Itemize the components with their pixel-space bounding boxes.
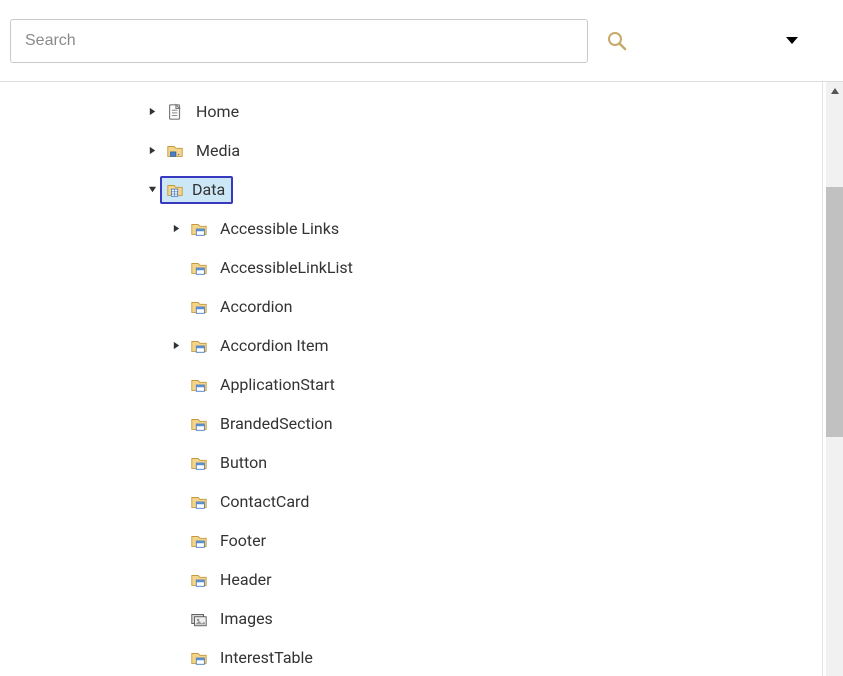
tree-node-contactcard[interactable]: ContactCard xyxy=(20,482,822,521)
tree-node-home[interactable]: Home xyxy=(20,92,822,131)
search-input[interactable] xyxy=(10,19,588,63)
tree-node-images[interactable]: Images xyxy=(20,599,822,638)
header-bar xyxy=(0,0,843,82)
expander-icon[interactable] xyxy=(168,338,184,354)
folder-icon xyxy=(188,258,210,278)
tree-node-accordion-item[interactable]: Accordion Item xyxy=(20,326,822,365)
tree-node-label: ContactCard xyxy=(216,491,313,512)
tree-node-label: Button xyxy=(216,452,271,473)
folder-icon xyxy=(188,375,210,395)
tree-node-label: ApplicationStart xyxy=(216,374,339,395)
tree-node-brandedsection[interactable]: BrandedSection xyxy=(20,404,822,443)
scrollbar-up-icon[interactable] xyxy=(826,82,843,99)
expander-icon[interactable] xyxy=(144,182,160,198)
folder-icon xyxy=(188,414,210,434)
tree-node-applicationstart[interactable]: ApplicationStart xyxy=(20,365,822,404)
data-icon xyxy=(164,180,186,200)
folder-icon xyxy=(188,297,210,317)
folder-icon xyxy=(188,531,210,551)
tree-node-interesttable[interactable]: InterestTable xyxy=(20,638,822,676)
folder-icon xyxy=(188,570,210,590)
scrollbar-thumb[interactable] xyxy=(826,187,843,437)
tree-node-label: InterestTable xyxy=(216,647,317,668)
tree-node-accordion[interactable]: Accordion xyxy=(20,287,822,326)
folder-icon xyxy=(188,219,210,239)
expander-icon xyxy=(168,572,184,588)
expander-icon xyxy=(168,494,184,510)
folder-icon xyxy=(188,336,210,356)
tree-node-media[interactable]: Media xyxy=(20,131,822,170)
expander-icon xyxy=(168,533,184,549)
tree-node-label: Images xyxy=(216,608,277,629)
tree-node-label: AccessibleLinkList xyxy=(216,257,357,278)
content-tree: Home Media Data Accessible Links AccessibleL… xyxy=(20,82,822,676)
tree-node-label: Home xyxy=(192,101,243,122)
tree-node-label: Data xyxy=(192,180,225,199)
expander-icon xyxy=(168,650,184,666)
expander-icon xyxy=(168,455,184,471)
expander-icon xyxy=(168,416,184,432)
tree-node-label: Accordion Item xyxy=(216,335,333,356)
tree-node-selected[interactable]: Data xyxy=(160,176,233,204)
folder-icon xyxy=(188,492,210,512)
tree-node-label: Accordion xyxy=(216,296,296,317)
tree-node-button[interactable]: Button xyxy=(20,443,822,482)
tree-node-label: Accessible Links xyxy=(216,218,343,239)
scrollbar-track[interactable] xyxy=(826,82,843,676)
tree-panel: Home Media Data Accessible Links AccessibleL… xyxy=(20,82,823,676)
expander-icon xyxy=(168,611,184,627)
dropdown-arrow-icon[interactable] xyxy=(785,32,799,50)
tree-node-footer[interactable]: Footer xyxy=(20,521,822,560)
expander-icon[interactable] xyxy=(168,221,184,237)
tree-node-accessiblelinklist[interactable]: AccessibleLinkList xyxy=(20,248,822,287)
tree-node-label: Header xyxy=(216,569,276,590)
folder-icon xyxy=(188,648,210,668)
search-icon[interactable] xyxy=(606,30,628,52)
expander-icon[interactable] xyxy=(144,143,160,159)
file-icon xyxy=(164,102,186,122)
tree-node-data[interactable]: Data xyxy=(20,170,822,209)
expander-icon xyxy=(168,377,184,393)
expander-icon[interactable] xyxy=(144,104,160,120)
expander-icon xyxy=(168,299,184,315)
tree-node-header[interactable]: Header xyxy=(20,560,822,599)
folder-icon xyxy=(188,453,210,473)
media-icon xyxy=(164,141,186,161)
expander-icon xyxy=(168,260,184,276)
images-icon xyxy=(188,609,210,629)
tree-node-label: Footer xyxy=(216,530,270,551)
tree-node-label: Media xyxy=(192,140,244,161)
tree-node-accessible-links[interactable]: Accessible Links xyxy=(20,209,822,248)
tree-node-label: BrandedSection xyxy=(216,413,337,434)
